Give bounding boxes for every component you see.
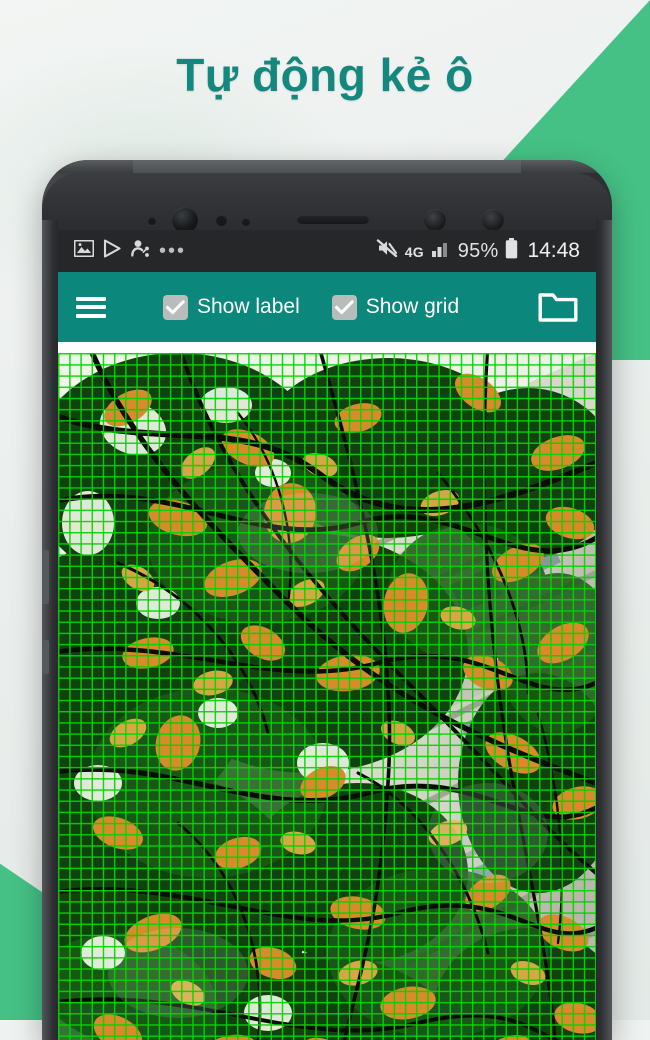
network-type-label: 4G [405,240,424,263]
light-sensor-icon [216,215,227,226]
mute-icon [376,238,398,264]
folder-icon[interactable] [538,291,578,324]
phone-top-edge [42,160,612,173]
phone-left-bezel [42,220,58,1040]
sensor-circle-right-icon [482,209,504,231]
power-button[interactable] [42,640,49,674]
hamburger-bar-3 [76,313,106,318]
show-grid-text: Show grid [365,295,460,318]
battery-icon [505,237,518,265]
hamburger-bar-1 [76,296,106,301]
toolbar-divider [58,342,596,353]
battery-percent-label: 95% [457,239,499,262]
image-icon [73,239,95,263]
hamburger-menu-icon[interactable] [76,296,106,318]
phone-right-bezel [596,220,612,1040]
phone-mockup: ••• 4G 95% 14:48 Show label Show grid [42,160,612,1040]
app-toolbar: Show label Show grid [58,272,596,342]
person-share-icon [131,239,150,264]
grid-overlay [58,353,596,1040]
status-bar: ••• 4G 95% 14:48 [58,230,596,272]
volume-button[interactable] [42,550,49,604]
show-label-text: Show label [197,295,300,318]
proximity-sensor-icon [148,217,156,225]
phone-top-bezel [42,173,612,235]
show-label-checkbox[interactable]: Show label [163,294,300,320]
show-grid-checkbox[interactable]: Show grid [331,294,460,320]
phone-screen: ••• 4G 95% 14:48 Show label Show grid [58,230,596,1040]
network-label-text: 4G [404,243,424,260]
checkmark-icon-show-label [163,294,188,320]
page-title: Tự động kẻ ô [176,49,474,101]
iris-sensor-icon [242,218,250,226]
clock-label: 14:48 [527,239,580,262]
hamburger-bar-2 [76,305,106,309]
status-overflow-dots: ••• [159,240,187,262]
signal-bars-icon [431,239,451,263]
status-bar-right-icons: 4G 95% 14:48 [376,237,580,265]
play-store-icon [103,238,122,264]
image-canvas[interactable] [58,353,596,1040]
sensor-circle-left-icon [424,209,446,231]
earpiece-speaker-icon [297,215,369,224]
status-bar-left-icons: ••• [73,238,187,264]
checkmark-icon-show-grid [331,294,357,320]
